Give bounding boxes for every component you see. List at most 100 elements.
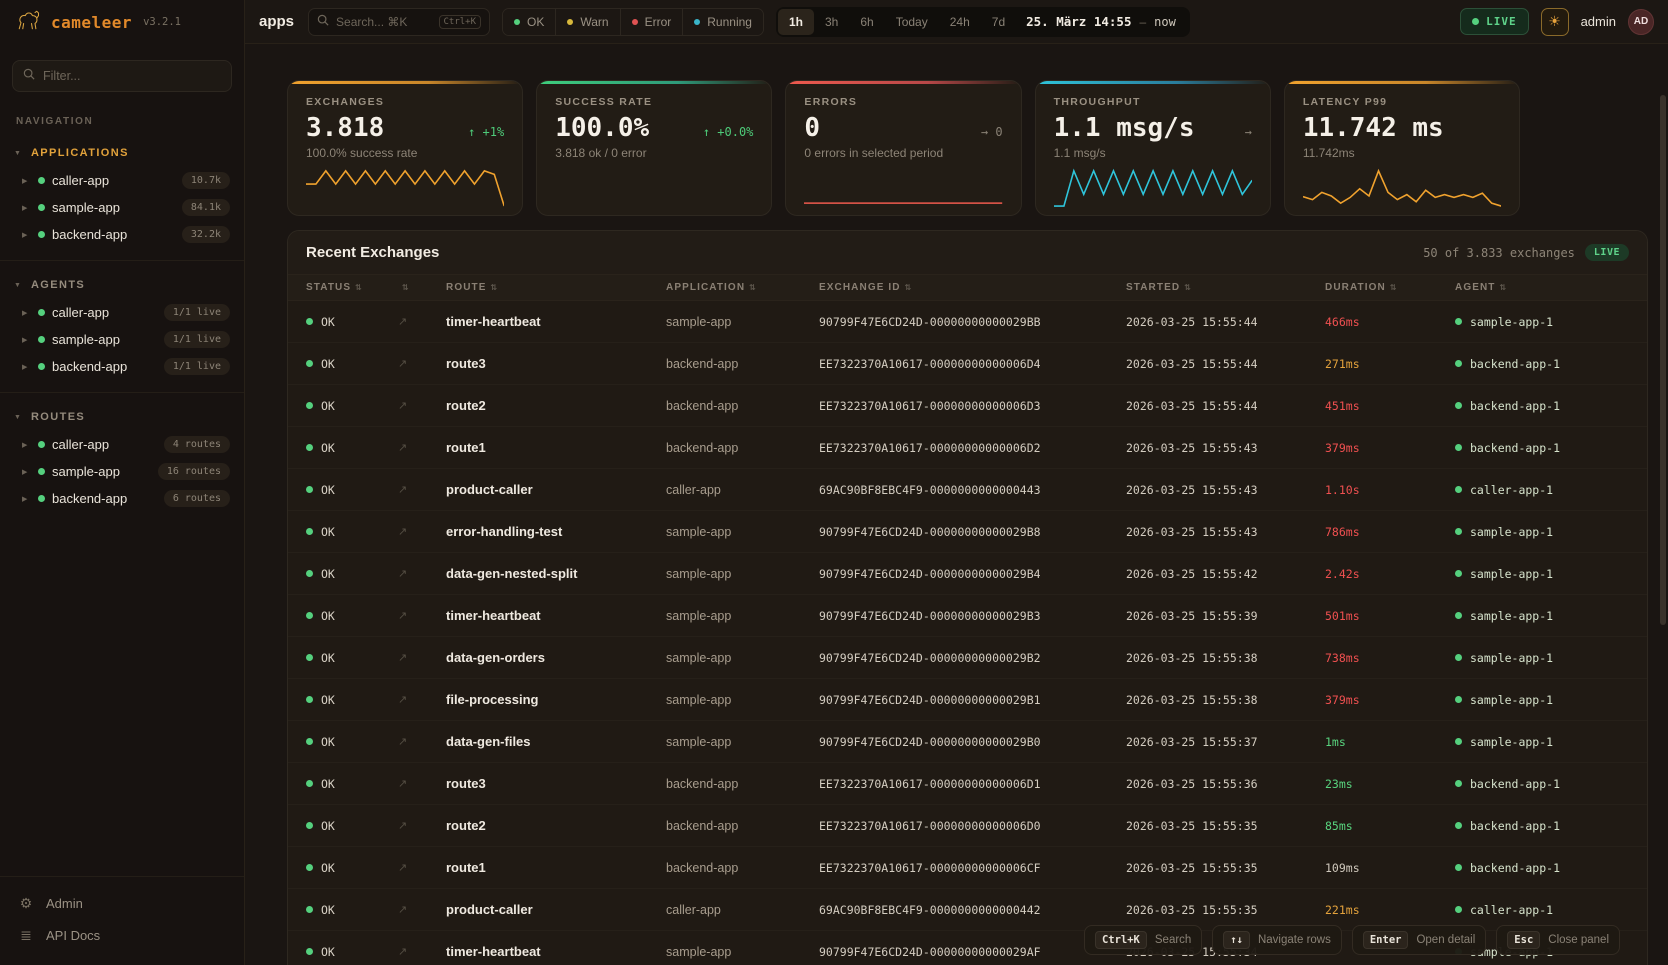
status-filter-error[interactable]: Error (620, 9, 683, 35)
column-header[interactable]: AGENT ⇅ (1455, 282, 1629, 293)
status-filter-running[interactable]: Running (682, 9, 763, 35)
kpi-card[interactable]: THROUGHPUT 1.1 msg/s → 1.1 msg/s (1035, 80, 1271, 216)
route-link-icon[interactable]: ↗ (398, 399, 446, 412)
row-route: product-caller (446, 902, 666, 917)
table-row[interactable]: OK ↗ route1 backend-app EE7322370A10617-… (288, 847, 1647, 889)
sidebar-footer-item[interactable]: ⚙ Admin (8, 887, 236, 919)
route-link-icon[interactable]: ↗ (398, 651, 446, 664)
sidebar-item-sample-app[interactable]: ▶ sample-app 16 routes (0, 458, 244, 485)
column-header[interactable]: APPLICATION ⇅ (666, 282, 819, 293)
filter-input[interactable] (43, 69, 221, 83)
sort-icon[interactable]: ⇅ (491, 283, 499, 292)
sidebar-item-caller-app[interactable]: ▶ caller-app 1/1 live (0, 299, 244, 326)
route-link-icon[interactable]: ↗ (398, 693, 446, 706)
route-link-icon[interactable]: ↗ (398, 567, 446, 580)
route-link-icon[interactable]: ↗ (398, 525, 446, 538)
column-header[interactable]: EXCHANGE ID ⇅ (819, 282, 1126, 293)
kpi-card[interactable]: EXCHANGES 3.818 ↑ +1% 100.0% success rat… (287, 80, 523, 216)
sort-icon[interactable]: ⇅ (355, 283, 363, 292)
table-row[interactable]: OK ↗ route2 backend-app EE7322370A10617-… (288, 805, 1647, 847)
route-link-icon[interactable]: ↗ (398, 777, 446, 790)
row-application: backend-app (666, 777, 819, 791)
row-route: product-caller (446, 482, 666, 497)
sidebar-filter[interactable] (12, 60, 232, 92)
range-button-24h[interactable]: 24h (939, 9, 981, 35)
column-header[interactable]: ROUTE ⇅ (446, 282, 666, 293)
table-live-badge: LIVE (1585, 244, 1629, 261)
range-button-7d[interactable]: 7d (981, 9, 1016, 35)
table-row[interactable]: OK ↗ data-gen-orders sample-app 90799F47… (288, 637, 1647, 679)
sidebar-item-caller-app[interactable]: ▶ caller-app 10.7k (0, 167, 244, 194)
column-header[interactable]: DURATION ⇅ (1325, 282, 1455, 293)
range-button-1h[interactable]: 1h (778, 9, 814, 35)
route-link-icon[interactable]: ↗ (398, 861, 446, 874)
sidebar-item-backend-app[interactable]: ▶ backend-app 6 routes (0, 485, 244, 512)
table-row[interactable]: OK ↗ route1 backend-app EE7322370A10617-… (288, 427, 1647, 469)
table-row[interactable]: OK ↗ route3 backend-app EE7322370A10617-… (288, 763, 1647, 805)
table-row[interactable]: OK ↗ route2 backend-app EE7322370A10617-… (288, 385, 1647, 427)
sidebar-item-sample-app[interactable]: ▶ sample-app 1/1 live (0, 326, 244, 353)
sidebar-footer-item[interactable]: ≣ API Docs (8, 919, 236, 951)
sort-icon[interactable]: ⇅ (402, 283, 410, 292)
sidebar-item-backend-app[interactable]: ▶ backend-app 1/1 live (0, 353, 244, 380)
brand-version: v3.2.1 (143, 16, 181, 28)
live-toggle-button[interactable]: LIVE (1460, 8, 1529, 35)
sidebar-item-badge: 4 routes (164, 436, 230, 453)
range-button-3h[interactable]: 3h (814, 9, 849, 35)
sort-icon[interactable]: ⇅ (749, 283, 757, 292)
global-search[interactable]: Ctrl+K (308, 8, 490, 36)
table-row[interactable]: OK ↗ error-handling-test sample-app 9079… (288, 511, 1647, 553)
kpi-card[interactable]: ERRORS 0 → 0 0 errors in selected period (785, 80, 1021, 216)
column-header[interactable]: ⇅ (398, 283, 446, 292)
column-header[interactable]: STARTED ⇅ (1126, 282, 1325, 293)
row-duration: 2.42s (1325, 567, 1455, 581)
section-header[interactable]: ▼ APPLICATIONS (0, 129, 244, 167)
route-link-icon[interactable]: ↗ (398, 315, 446, 328)
route-link-icon[interactable]: ↗ (398, 441, 446, 454)
table-row[interactable]: OK ↗ product-caller caller-app 69AC90BF8… (288, 469, 1647, 511)
table-row[interactable]: OK ↗ route3 backend-app EE7322370A10617-… (288, 343, 1647, 385)
route-link-icon[interactable]: ↗ (398, 819, 446, 832)
section-header[interactable]: ▼ AGENTS (0, 261, 244, 299)
table-row[interactable]: OK ↗ timer-heartbeat sample-app 90799F47… (288, 595, 1647, 637)
time-display[interactable]: 25. März 14:55 – now (1016, 14, 1188, 29)
theme-toggle-button[interactable]: ☀ (1541, 8, 1569, 36)
row-agent: sample-app-1 (1470, 567, 1553, 581)
sidebar-item-caller-app[interactable]: ▶ caller-app 4 routes (0, 431, 244, 458)
route-link-icon[interactable]: ↗ (398, 735, 446, 748)
table-row[interactable]: OK ↗ timer-heartbeat sample-app 90799F47… (288, 301, 1647, 343)
context-label: apps (259, 13, 294, 30)
table-row[interactable]: OK ↗ data-gen-nested-split sample-app 90… (288, 553, 1647, 595)
kpi-accent-bar (1285, 81, 1519, 84)
status-filter-ok[interactable]: OK (503, 9, 555, 35)
ok-status-dot (306, 570, 313, 577)
route-link-icon[interactable]: ↗ (398, 903, 446, 916)
sort-icon[interactable]: ⇅ (1390, 283, 1398, 292)
kpi-card[interactable]: LATENCY P99 11.742 ms 11.742ms (1284, 80, 1520, 216)
range-button-6h[interactable]: 6h (849, 9, 884, 35)
scrollbar-thumb[interactable] (1660, 95, 1666, 625)
row-agent: backend-app-1 (1470, 819, 1560, 833)
table-row[interactable]: OK ↗ file-processing sample-app 90799F47… (288, 679, 1647, 721)
ok-status-dot (306, 528, 313, 535)
avatar[interactable]: AD (1628, 9, 1654, 35)
sort-icon[interactable]: ⇅ (1500, 283, 1508, 292)
search-input[interactable] (336, 15, 431, 29)
sort-icon[interactable]: ⇅ (1184, 283, 1192, 292)
column-header[interactable]: STATUS ⇅ (306, 282, 398, 293)
section-header[interactable]: ▼ ROUTES (0, 393, 244, 431)
column-label: DURATION (1325, 282, 1386, 293)
route-link-icon[interactable]: ↗ (398, 609, 446, 622)
route-link-icon[interactable]: ↗ (398, 945, 446, 958)
column-label: STARTED (1126, 282, 1180, 293)
sidebar-item-backend-app[interactable]: ▶ backend-app 32.2k (0, 221, 244, 248)
sort-icon[interactable]: ⇅ (905, 283, 913, 292)
status-filter-warn[interactable]: Warn (555, 9, 619, 35)
range-button-today[interactable]: Today (885, 9, 939, 35)
sidebar-item-sample-app[interactable]: ▶ sample-app 84.1k (0, 194, 244, 221)
row-application: sample-app (666, 567, 819, 581)
table-row[interactable]: OK ↗ data-gen-files sample-app 90799F47E… (288, 721, 1647, 763)
route-link-icon[interactable]: ↗ (398, 483, 446, 496)
route-link-icon[interactable]: ↗ (398, 357, 446, 370)
kpi-card[interactable]: SUCCESS RATE 100.0% ↑ +0.0% 3.818 ok / 0… (536, 80, 772, 216)
